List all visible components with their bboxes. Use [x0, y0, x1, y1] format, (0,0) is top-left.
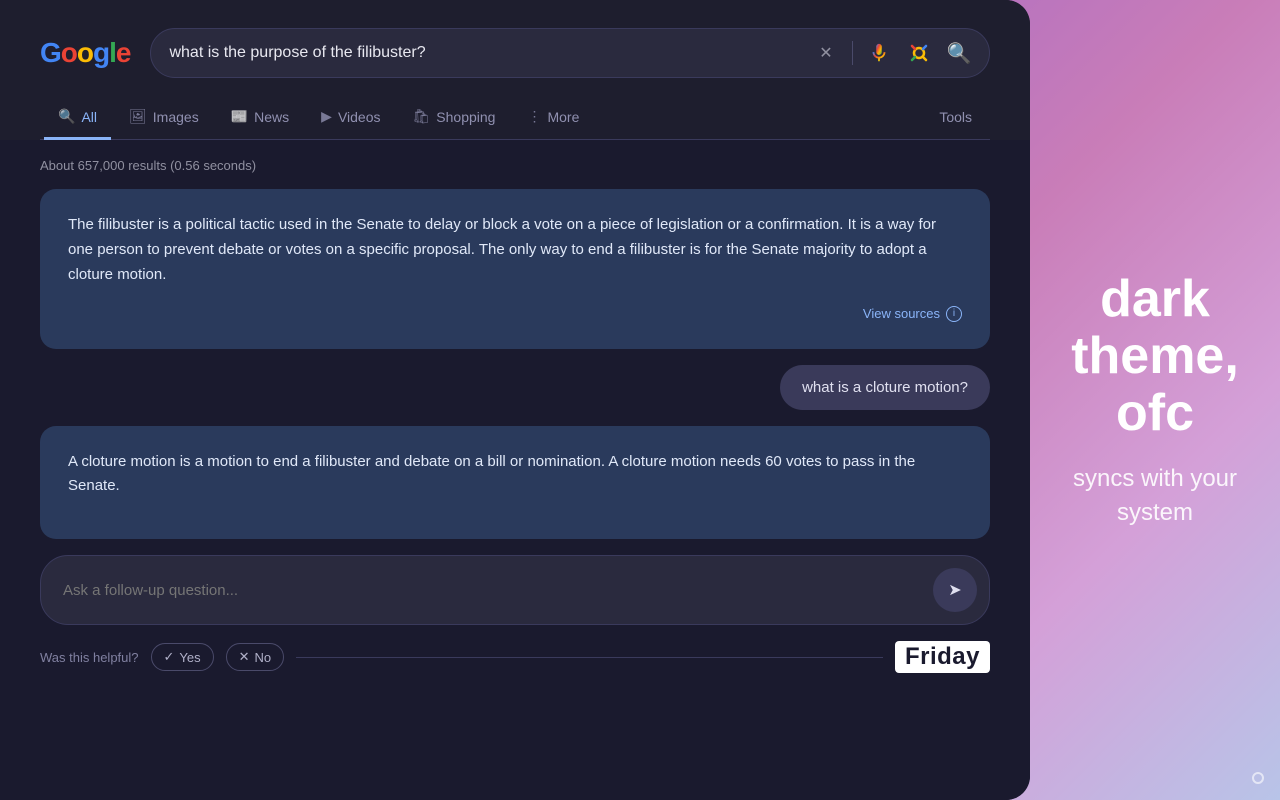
search-input[interactable] [169, 44, 802, 62]
tab-news-label: News [254, 109, 289, 125]
search-button[interactable]: 🔍 [947, 41, 971, 65]
send-icon: ➤ [948, 580, 961, 600]
logo-g2: g [93, 37, 109, 68]
tab-more[interactable]: ⋮ More [513, 96, 593, 140]
search-icons: 🔍 [814, 39, 971, 67]
search-divider [852, 41, 853, 65]
helpful-label: Was this helpful? [40, 650, 139, 665]
helpful-divider [296, 657, 883, 658]
friday-logo: Friday [895, 641, 990, 673]
followup-input[interactable] [63, 582, 921, 599]
view-sources-button[interactable]: View sources i [68, 303, 962, 324]
tab-shopping[interactable]: 🛍 Shopping [399, 96, 510, 140]
google-panel: Google [0, 0, 1030, 800]
promo-title-line2: theme, [1071, 328, 1239, 385]
images-tab-icon: 🖼 [129, 108, 147, 125]
nav-tabs: 🔍 All 🖼 Images 📰 News ▶ Videos 🛍 Shoppin… [40, 96, 990, 140]
lens-button[interactable] [905, 39, 933, 67]
followup-box: ➤ [40, 555, 990, 625]
ai-answer-box-1: The filibuster is a political tactic use… [40, 189, 990, 349]
tab-shopping-label: Shopping [436, 109, 495, 125]
user-question-text: what is a cloture motion? [802, 379, 968, 396]
user-bubble: what is a cloture motion? [780, 365, 990, 410]
mic-button[interactable] [867, 41, 891, 65]
top-bar: Google [0, 0, 1030, 140]
info-icon: i [946, 306, 962, 322]
shopping-tab-icon: 🛍 [413, 108, 431, 125]
logo-o1: o [61, 37, 77, 68]
google-logo: Google [40, 37, 130, 69]
logo-e: e [116, 37, 131, 68]
tab-all[interactable]: 🔍 All [44, 96, 111, 140]
logo-o2: o [77, 37, 93, 68]
tab-images-label: Images [153, 109, 199, 125]
promo-subtitle: syncs with your system [1070, 462, 1240, 529]
ai-answer-text-2: A cloture motion is a motion to end a fi… [68, 450, 962, 500]
dot-indicator [1252, 772, 1264, 784]
videos-tab-icon: ▶ [321, 108, 332, 125]
search-row: Google [40, 28, 990, 78]
promo-title-line3: ofc [1071, 385, 1239, 442]
more-tab-icon: ⋮ [527, 108, 541, 125]
yes-button[interactable]: ✓ Yes [151, 643, 214, 671]
no-button[interactable]: ✕ No [226, 643, 285, 671]
tab-images[interactable]: 🖼 Images [115, 96, 213, 140]
tools-label: Tools [939, 109, 972, 125]
clear-button[interactable] [814, 41, 838, 65]
all-tab-icon: 🔍 [58, 108, 75, 125]
results-count: About 657,000 results (0.56 seconds) [40, 158, 990, 173]
helpful-row: Was this helpful? ✓ Yes ✕ No Friday [40, 641, 990, 673]
ai-answer-text-1: The filibuster is a political tactic use… [68, 213, 962, 287]
tab-news[interactable]: 📰 News [217, 96, 303, 140]
send-button[interactable]: ➤ [933, 568, 977, 612]
tab-videos-label: Videos [338, 109, 381, 125]
search-icon: 🔍 [947, 41, 972, 66]
promo-panel: dark theme, ofc syncs with your system [1030, 0, 1280, 800]
tab-all-label: All [81, 109, 97, 125]
search-bar: 🔍 [150, 28, 990, 78]
user-bubble-wrap: what is a cloture motion? [40, 365, 990, 410]
main-content: About 657,000 results (0.56 seconds) The… [0, 140, 1030, 800]
tools-button[interactable]: Tools [925, 97, 986, 140]
no-icon: ✕ [239, 649, 250, 665]
tab-videos[interactable]: ▶ Videos [307, 96, 394, 140]
view-sources-label: View sources [863, 303, 940, 324]
logo-g: G [40, 37, 61, 68]
promo-title-line1: dark [1071, 271, 1239, 328]
tab-more-label: More [547, 109, 579, 125]
news-tab-icon: 📰 [231, 108, 248, 125]
logo-l: l [109, 37, 116, 68]
yes-icon: ✓ [164, 649, 175, 665]
no-label: No [255, 650, 272, 665]
ai-answer-box-2: A cloture motion is a motion to end a fi… [40, 426, 990, 540]
yes-label: Yes [179, 650, 200, 665]
promo-title: dark theme, ofc [1071, 271, 1239, 443]
